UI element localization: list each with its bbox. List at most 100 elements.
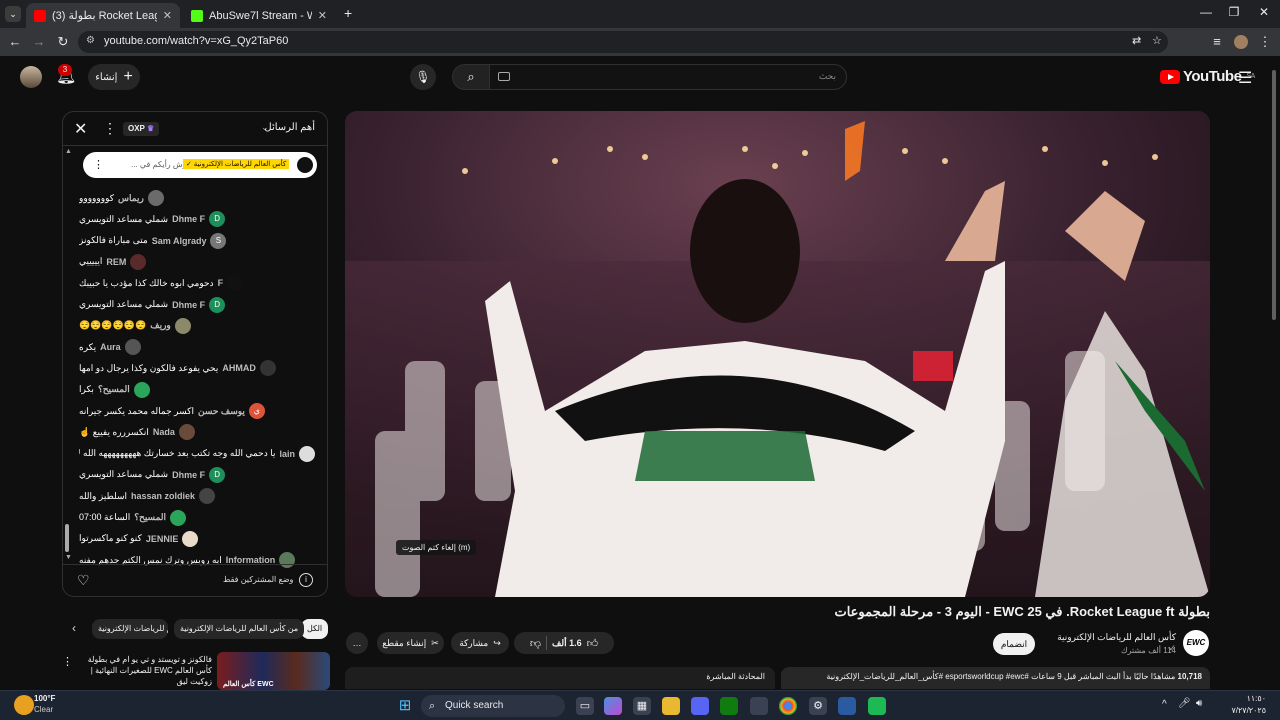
close-chat-icon[interactable]: ✕ (74, 119, 87, 139)
chip-channel[interactable]: كأس العالم للرياضات الإلكترونية (92, 619, 168, 639)
chat-message[interactable]: ي يوسف حسن اكسر جماله محمد يكسر جيرانه (79, 401, 315, 421)
chat-message[interactable]: D Dhme F شملي مساعد التويسري (79, 209, 315, 229)
chat-message[interactable]: S Sam Algrady متى مباراة فالكونز (79, 231, 315, 251)
chat-message[interactable]: ريماس كووووووو (79, 188, 315, 208)
bookmark-star-icon[interactable]: ☆ (1152, 34, 1162, 47)
app-icon[interactable] (750, 697, 768, 715)
windows-start-icon[interactable]: ⊞ (396, 697, 414, 715)
pinned-more-icon[interactable]: ⋮ (93, 158, 104, 171)
tab-youtube[interactable]: (3) بطولة Rocket League ft. في ✕ (26, 3, 180, 28)
chat-author[interactable]: وريف (150, 320, 171, 331)
account-avatar[interactable] (20, 66, 42, 88)
chat-author[interactable]: JENNIE (146, 534, 179, 544)
more-actions-button[interactable]: … (346, 632, 368, 654)
recommendation-thumbnail[interactable]: كأس العالم EWC (217, 652, 330, 690)
live-chat-replay[interactable]: المحادثة المباشرة (345, 667, 775, 689)
store-icon[interactable]: ▦ (633, 697, 651, 715)
file-explorer-icon[interactable] (662, 697, 680, 715)
chat-author[interactable]: Dhme F (172, 300, 205, 310)
chat-author[interactable]: AHMAD (222, 363, 256, 373)
chat-message[interactable]: المسيح؟ الساعة 07:00 (79, 508, 315, 528)
chat-more-icon[interactable]: ⋮ (103, 120, 117, 137)
chat-author[interactable]: Aura (100, 342, 121, 352)
restore-button[interactable]: ❐ (1224, 5, 1244, 23)
chat-avatar[interactable] (124, 339, 141, 356)
tray-chevron-icon[interactable]: ^ (1162, 699, 1167, 710)
chat-author[interactable]: يوسف حسن (198, 406, 245, 417)
microphone-icon[interactable]: 🎤︎ (1178, 698, 1191, 709)
shield-icon[interactable] (838, 697, 856, 715)
xbox-icon[interactable] (720, 697, 738, 715)
chip-all[interactable]: الكل (301, 619, 329, 639)
tab-search-button[interactable]: ⌄ (5, 6, 21, 22)
chat-author[interactable]: F (218, 278, 224, 288)
chat-avatar[interactable] (227, 275, 244, 292)
chat-author[interactable]: hassan zoldiek (131, 491, 195, 501)
join-button[interactable]: انضمام (993, 633, 1035, 655)
chat-avatar[interactable] (178, 424, 195, 441)
minimize-button[interactable]: — (1196, 5, 1216, 23)
video-player[interactable] (345, 111, 1210, 597)
reading-list-icon[interactable]: ≡ (1208, 33, 1226, 51)
like-icon[interactable]: 👍︎ (587, 637, 599, 650)
task-view-icon[interactable]: ▭ (576, 697, 594, 715)
clock-time[interactable]: ١١:٥٠ (1226, 694, 1266, 703)
chat-mode-title[interactable]: أهم الرسائل (264, 122, 315, 133)
chat-message[interactable]: JENNIE كنو كنو ماكسرتوا (79, 529, 315, 549)
chat-author[interactable]: lain (279, 449, 295, 459)
chat-author[interactable]: Sam Algrady (152, 236, 207, 246)
chat-author[interactable]: المسيح؟ (98, 384, 130, 395)
settings-gear-icon[interactable]: ⚙ (809, 697, 827, 715)
create-button[interactable]: إنشاء + (88, 64, 140, 90)
chat-message[interactable]: المسيح؟ بكرا (79, 380, 315, 400)
clip-button[interactable]: إنشاء مقطع ✂ (377, 632, 444, 654)
chat-avatar[interactable] (259, 360, 276, 377)
chat-avatar[interactable] (199, 488, 216, 505)
forward-arrow-icon[interactable]: → (30, 33, 48, 51)
copilot-icon[interactable] (604, 697, 622, 715)
chat-avatar[interactable] (299, 445, 315, 462)
chat-message[interactable]: Aura يكره (79, 337, 315, 357)
clock-date[interactable]: ٧/٢٧/٢٠٢٥ (1226, 706, 1266, 715)
chat-author[interactable]: Nada (153, 427, 175, 437)
scrollbar-thumb[interactable] (1272, 70, 1276, 320)
address-bar[interactable]: ⚙ youtube.com/watch?v=xG_Qy2TaP60 ⇄ ☆ (78, 31, 1168, 53)
chat-avatar[interactable]: ي (248, 403, 265, 419)
chat-avatar[interactable] (133, 381, 150, 398)
chat-avatar[interactable]: D (209, 211, 226, 228)
search-icon[interactable]: ⌕ (452, 64, 490, 90)
chat-message[interactable]: F دحومي ابوه خالك كذا مؤدب يا حبيبك (79, 273, 315, 293)
chat-message[interactable]: D Dhme F شملي مساعد التويسري (79, 465, 315, 485)
site-info-icon[interactable]: ⚙ (86, 35, 95, 46)
description-box[interactable]: 10,718 مشاهدًا حاليًا بدأ البث المباشر ق… (781, 667, 1210, 689)
chat-avatar[interactable] (170, 509, 187, 526)
recommendation-more-icon[interactable]: ⋮ (62, 655, 73, 668)
chat-message[interactable]: AHMAD يحي يفوعد فالكون وكذا يرجال دو امها (79, 358, 315, 378)
new-tab-button[interactable]: + (344, 5, 352, 21)
profile-avatar[interactable] (1234, 35, 1248, 49)
back-arrow-icon[interactable]: ← (6, 33, 24, 51)
close-tab-icon[interactable]: ✕ (163, 9, 172, 22)
discord-icon[interactable] (691, 697, 709, 715)
scroll-down-icon[interactable]: ▼ (65, 554, 72, 561)
chat-avatar[interactable]: D (209, 466, 226, 483)
recommendation-title[interactable]: فالكونز و تويستد و تي يو ام في بطولة كأس… (76, 654, 212, 687)
chat-author[interactable]: Dhme F (172, 214, 205, 224)
close-tab-icon[interactable]: ✕ (318, 9, 327, 22)
chat-avatar[interactable] (174, 317, 191, 334)
pinned-message[interactable]: ⋮ تفاعلكم، وش رأيكم في ... كأس العالم لل… (83, 152, 317, 178)
chevron-left-icon[interactable]: ‹ (72, 621, 76, 635)
chat-avatar[interactable] (182, 530, 199, 547)
browser-menu-icon[interactable]: ⋮ (1256, 33, 1274, 51)
reload-icon[interactable]: ↻ (54, 33, 72, 51)
page-scrollbar[interactable] (1270, 60, 1278, 690)
channel-avatar[interactable]: EWC (1183, 630, 1209, 656)
chat-author[interactable]: REM (106, 257, 126, 267)
voice-search-icon[interactable]: 🎙︎ (410, 64, 436, 90)
chat-avatar[interactable] (147, 190, 164, 206)
weather-moon-icon[interactable] (14, 695, 34, 715)
chip-from-channel[interactable]: من كأس العالم للرياضات الإلكترونية (174, 619, 305, 639)
keyboard-icon[interactable] (498, 72, 510, 81)
chat-author[interactable]: المسيح؟ (134, 512, 166, 523)
tab-kick-stream[interactable]: AbuSwe7l Stream - Watch Live ✕ (183, 3, 335, 28)
